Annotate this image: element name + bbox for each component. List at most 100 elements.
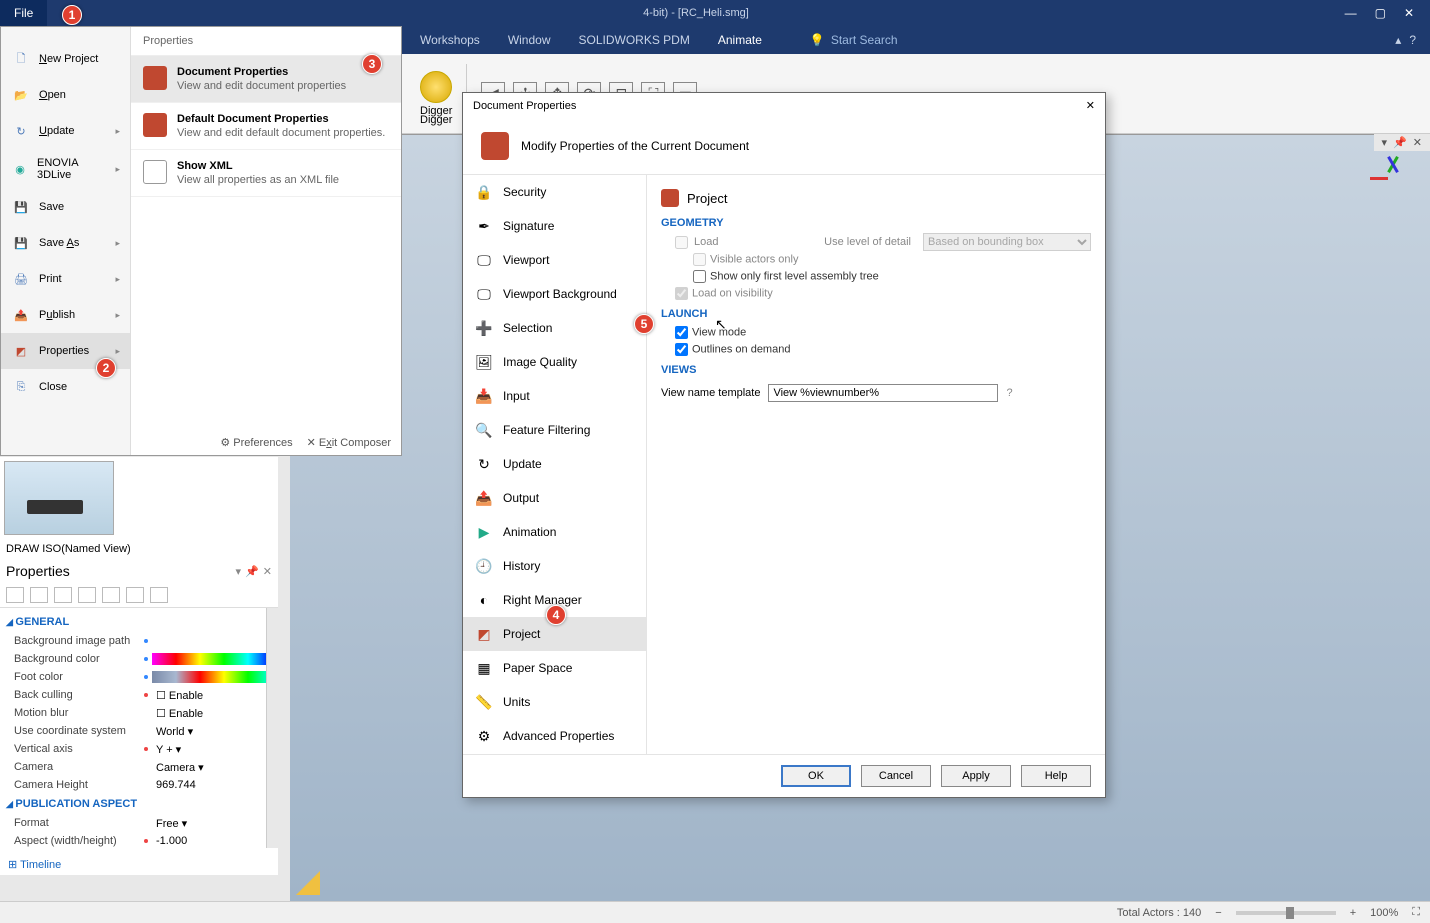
apply-button[interactable]: Apply [941, 765, 1011, 787]
close-icon[interactable]: ✕ [1404, 6, 1414, 20]
prop-tool-7[interactable] [150, 587, 168, 603]
nav-history[interactable]: 🕘History [463, 549, 646, 583]
aspect-field[interactable]: -1.000 [152, 835, 272, 847]
view-template-help[interactable]: ? [1006, 387, 1012, 399]
nav-update[interactable]: ↻Update [463, 447, 646, 481]
lod-select: Based on bounding box [923, 233, 1091, 251]
panel-pin2-icon[interactable]: 📌 [245, 565, 259, 578]
callout-5: 5 [634, 314, 654, 334]
help-button[interactable]: Help [1021, 765, 1091, 787]
zoom-in-icon[interactable]: + [1350, 907, 1356, 919]
nav-imgq[interactable]: 🖼Image Quality [463, 345, 646, 379]
file-enovia[interactable]: ◉ENOVIA 3DLive▸ [1, 149, 130, 189]
window-title: 4-bit) - [RC_Heli.smg] [47, 7, 1344, 19]
view-thumbnail[interactable] [4, 461, 114, 535]
project-icon: ◩ [475, 625, 493, 643]
format-select[interactable]: Free ▾ [152, 817, 272, 830]
nav-units[interactable]: 📏Units [463, 685, 646, 719]
canvas-corner-handle[interactable] [296, 871, 320, 895]
dialog-header-icon [481, 132, 509, 160]
cat-general[interactable]: GENERAL [6, 612, 272, 632]
panel-close2-icon[interactable]: ✕ [263, 565, 272, 578]
prop-tool-1[interactable] [6, 587, 24, 603]
cancel-button[interactable]: Cancel [861, 765, 931, 787]
file-new[interactable]: 🗋New Project [1, 41, 130, 77]
preferences-button[interactable]: ⚙ Preferences [220, 436, 292, 449]
tab-pdm[interactable]: SOLIDWORKS PDM [579, 33, 690, 47]
file-menu-button[interactable]: File [0, 0, 47, 26]
foot-color-picker[interactable] [152, 671, 272, 683]
outlines-check[interactable] [675, 343, 688, 356]
view-mode-check[interactable] [675, 326, 688, 339]
file-save[interactable]: 💾Save [1, 189, 130, 225]
open-icon: 📂 [11, 85, 31, 105]
nav-output[interactable]: 📤Output [463, 481, 646, 515]
exit-composer-button[interactable]: ✕ Exit Composer [307, 436, 391, 449]
bg-color-picker[interactable] [152, 653, 272, 665]
timeline-toggle[interactable]: Timeline [0, 854, 278, 875]
prop-tool-6[interactable] [126, 587, 144, 603]
file-publish[interactable]: 📤Publish▸ [1, 297, 130, 333]
nav-adv[interactable]: ⚙Advanced Properties [463, 719, 646, 753]
camera-select[interactable]: Camera ▾ [152, 761, 272, 774]
search-field[interactable]: 💡Start Search [810, 33, 898, 47]
file-open[interactable]: 📂Open [1, 77, 130, 113]
digger-tool[interactable]: Digger [420, 71, 452, 117]
prop-tool-5[interactable] [102, 587, 120, 603]
search-icon: 💡 [810, 33, 825, 47]
prop-tool-3[interactable] [54, 587, 72, 603]
nav-signature[interactable]: ✒Signature [463, 209, 646, 243]
panel-dropdown-icon[interactable]: ▾ [1382, 136, 1388, 149]
nav-ff[interactable]: 🔍Feature Filtering [463, 413, 646, 447]
nav-selection[interactable]: ➕Selection [463, 311, 646, 345]
scrollbar[interactable] [266, 608, 278, 848]
nav-viewportbg[interactable]: 🖵Viewport Background [463, 277, 646, 311]
nav-input[interactable]: 📥Input [463, 379, 646, 413]
coord-select[interactable]: World ▾ [152, 725, 272, 738]
ok-button[interactable]: OK [781, 765, 851, 787]
cat-publication[interactable]: PUBLICATION ASPECT [6, 794, 272, 814]
status-actors: Total Actors : 140 [1117, 907, 1201, 919]
dialog-title: Document Properties [473, 100, 576, 112]
prop-tool-4[interactable] [78, 587, 96, 603]
xml-icon [143, 160, 167, 184]
zoom-out-icon[interactable]: − [1215, 907, 1221, 919]
file-doc-props[interactable]: Document PropertiesView and edit documen… [131, 56, 401, 103]
panel-close-icon[interactable]: ✕ [1413, 136, 1422, 149]
zoom-percent[interactable]: 100% [1370, 907, 1398, 919]
file-print[interactable]: 🖨Print▸ [1, 261, 130, 297]
minimize-icon[interactable]: — [1345, 6, 1357, 20]
callout-1: 1 [62, 5, 82, 25]
cat-geometry: GEOMETRY [661, 211, 1091, 233]
load-check [675, 236, 688, 249]
zoom-slider[interactable] [1236, 911, 1336, 915]
properties-icon: ◩ [11, 341, 31, 361]
tab-animate[interactable]: Animate [718, 33, 762, 47]
motion-blur-check[interactable]: ☐ Enable [152, 707, 272, 720]
panel-menu-icon[interactable]: ▾ [236, 565, 242, 578]
help-icon[interactable]: ? [1409, 33, 1416, 47]
nav-anim[interactable]: ▶Animation [463, 515, 646, 549]
dialog-subtitle: Modify Properties of the Current Documen… [521, 139, 749, 153]
tab-window[interactable]: Window [508, 33, 551, 47]
file-show-xml[interactable]: Show XMLView all properties as an XML fi… [131, 150, 401, 197]
prop-tool-2[interactable] [30, 587, 48, 603]
nav-paper[interactable]: ▦Paper Space [463, 651, 646, 685]
nav-security[interactable]: 🔒Security [463, 175, 646, 209]
dialog-close-icon[interactable]: ✕ [1086, 99, 1095, 112]
vaxis-select[interactable]: Y + ▾ [152, 743, 272, 756]
file-update[interactable]: ↻Update▸ [1, 113, 130, 149]
file-def-props[interactable]: Default Document PropertiesView and edit… [131, 103, 401, 150]
fullscreen-icon[interactable]: ⛶ [1412, 906, 1420, 919]
maximize-icon[interactable]: ▢ [1375, 6, 1386, 20]
axis-gizmo[interactable] [1370, 149, 1416, 195]
nav-viewport[interactable]: 🖵Viewport [463, 243, 646, 277]
camera-height-field[interactable]: 969.744 [152, 779, 272, 791]
panel-pin-icon[interactable]: 📌 [1393, 136, 1407, 149]
back-culling-check[interactable]: ☐ Enable [152, 689, 272, 702]
file-saveas[interactable]: 💾Save As▸ [1, 225, 130, 261]
view-template-input[interactable] [768, 384, 998, 402]
help-chevron-icon[interactable]: ▴ [1395, 33, 1401, 47]
tab-workshops[interactable]: Workshops [420, 33, 480, 47]
first-level-check[interactable] [693, 270, 706, 283]
